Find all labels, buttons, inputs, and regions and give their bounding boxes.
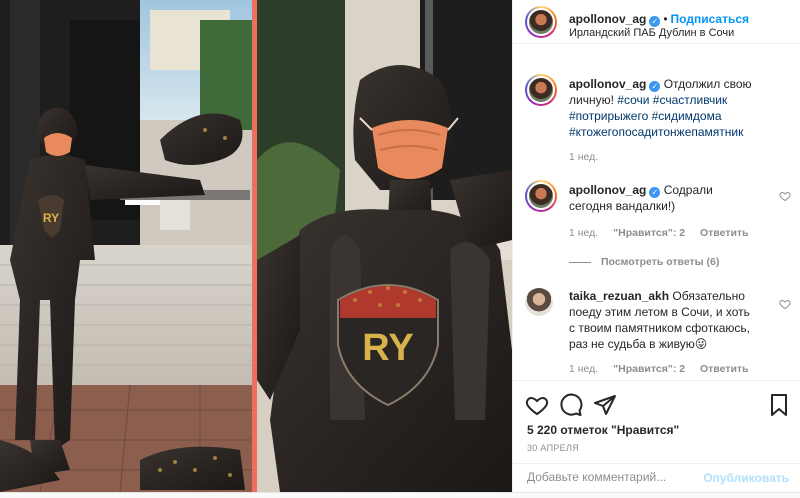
comment-likes[interactable]: "Нравится": 2	[613, 227, 685, 239]
hashtag-link[interactable]: #ктожегопосадитонжепамятник	[569, 125, 743, 139]
caption-avatar[interactable]	[525, 74, 557, 106]
comment-avatar[interactable]	[525, 180, 557, 212]
caption-time[interactable]: 1 нед.	[569, 151, 598, 163]
comment-likes[interactable]: "Нравится": 2	[613, 363, 685, 375]
statue-collage: RY RY	[0, 0, 512, 492]
comment-input[interactable]	[527, 470, 707, 484]
post-photo[interactable]: RY RY	[0, 0, 512, 492]
hashtag-link[interactable]: #счастливчик	[653, 93, 727, 107]
reply-button[interactable]: Ответить	[700, 363, 749, 375]
photo-divider	[252, 0, 257, 492]
view-replies-button[interactable]: Посмотреть ответы (6)	[569, 256, 719, 268]
follow-button[interactable]: Подписаться	[671, 12, 749, 26]
hashtag-link[interactable]: #сочи	[617, 93, 649, 107]
heart-icon[interactable]	[525, 393, 549, 417]
hashtag-link[interactable]: #потрирыжего	[569, 109, 648, 123]
comment-icon[interactable]	[559, 393, 583, 417]
post-header: apollonov_ag ✓ • Подписаться Ирландский ПАБ…	[513, 0, 800, 44]
likes-count[interactable]: 5 220 отметок "Нравится"	[527, 423, 679, 437]
comment-time[interactable]: 1 нед.	[569, 227, 598, 239]
comments-list[interactable]: apollonov_ag ✓ Отдолжил свою личную! #соч…	[513, 44, 800, 380]
verified-badge-icon: ✓	[649, 187, 661, 198]
replies-line	[569, 261, 591, 263]
reply-button[interactable]: Ответить	[700, 227, 749, 239]
svg-text:RY: RY	[43, 211, 59, 225]
heart-icon[interactable]	[779, 190, 791, 202]
heart-icon[interactable]	[779, 298, 791, 310]
author-avatar[interactable]	[525, 6, 557, 38]
post-date[interactable]: 30 АПРЕЛЯ	[527, 443, 579, 453]
publish-button[interactable]: Опубликовать	[703, 471, 789, 485]
comment-username[interactable]: taika_rezuan_akh	[569, 289, 669, 303]
left-photo: RY	[0, 0, 252, 492]
right-photo: RY	[257, 0, 512, 492]
hashtag-link[interactable]: #сидимдома	[652, 109, 722, 123]
separator-dot: •	[663, 12, 668, 26]
caption-username[interactable]: apollonov_ag	[569, 77, 646, 91]
location-link[interactable]: Ирландский ПАБ Дублин в Сочи	[569, 27, 734, 39]
comment-time[interactable]: 1 нед.	[569, 363, 598, 375]
svg-text:RY: RY	[362, 327, 413, 369]
comment-avatar[interactable]	[525, 288, 553, 316]
post-sidebar: apollonov_ag ✓ • Подписаться Ирландский ПАБ…	[512, 0, 800, 492]
verified-badge-icon: ✓	[649, 81, 661, 92]
verified-badge-icon: ✓	[649, 16, 661, 27]
author-username[interactable]: apollonov_ag	[569, 12, 646, 26]
bookmark-icon[interactable]	[767, 393, 791, 417]
post-actions: 5 220 отметок "Нравится" 30 АПРЕЛЯ Опубл…	[513, 380, 800, 492]
share-icon[interactable]	[593, 393, 617, 417]
page-bottom-edge	[0, 492, 800, 498]
comment-username[interactable]: apollonov_ag	[569, 183, 646, 197]
add-comment-bar: Опубликовать	[513, 463, 800, 493]
